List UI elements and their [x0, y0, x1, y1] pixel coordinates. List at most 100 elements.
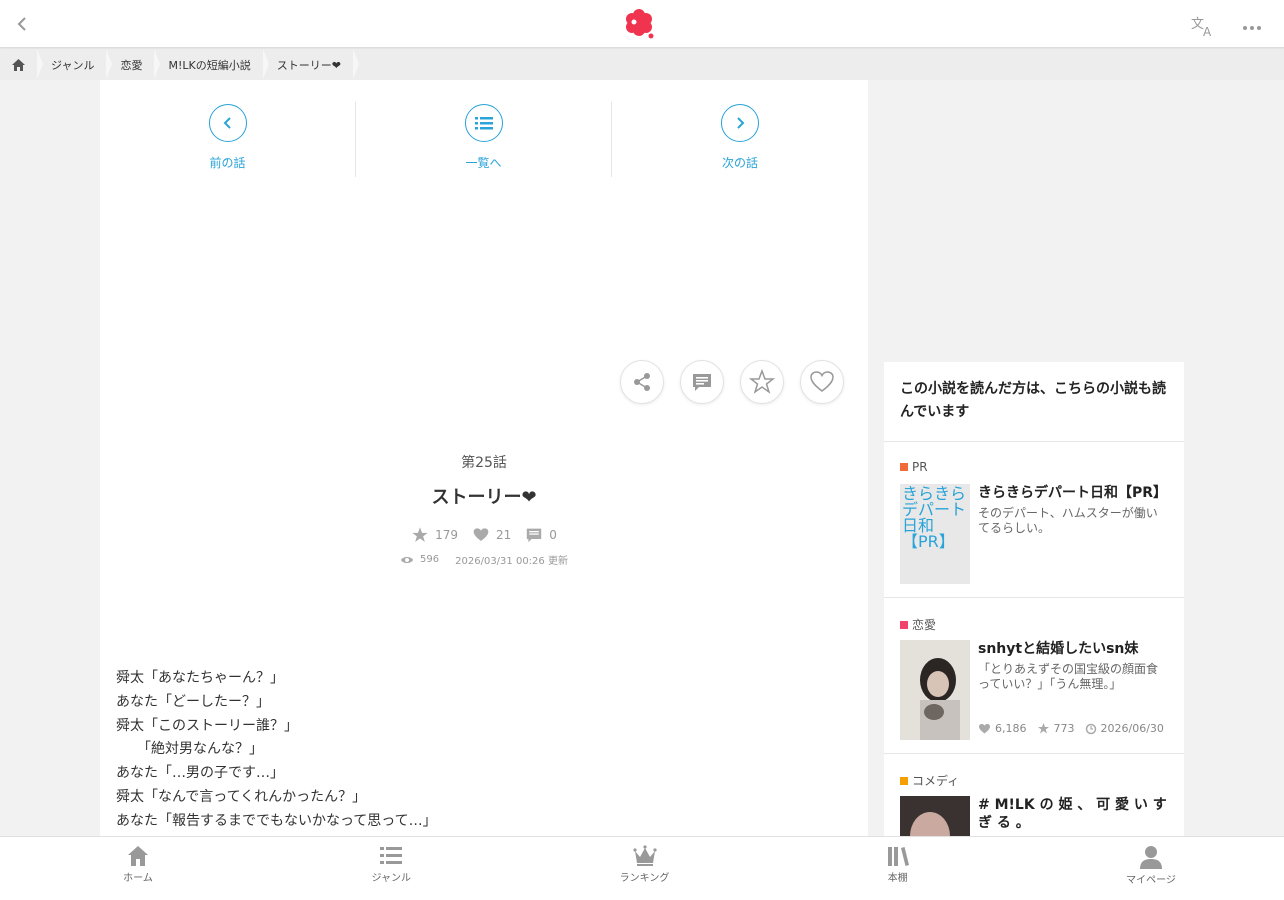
card-likes-value: 6,186	[995, 722, 1027, 735]
card-stars-value: 773	[1053, 722, 1075, 735]
breadcrumb-romance[interactable]: 恋愛	[106, 49, 161, 80]
eye-icon	[401, 556, 414, 563]
card-tag: 恋愛	[900, 616, 936, 633]
tag-marker	[900, 463, 908, 471]
svg-text:A: A	[1203, 25, 1212, 38]
episode-title: ストーリー❤	[431, 487, 537, 508]
card-thumbnail[interactable]	[900, 796, 970, 836]
card-stars: 773	[1037, 722, 1075, 735]
prev-episode-label: 前の話	[209, 156, 246, 170]
card-description: 「とりあえずその国宝級の顔面食っていい？」「うん無理。」	[978, 662, 1159, 691]
card-description: そのデパート、ハムスターが働いてるらしい。	[978, 506, 1158, 535]
bookshelf-icon	[887, 847, 909, 866]
recommendation-card[interactable]: コメディ # M!LK の 姫 、 可 愛 い す ぎ る 。	[884, 754, 1184, 836]
card-title[interactable]: きらきらデパート日和【PR】	[978, 484, 1168, 502]
episode-stats: 179 21 0	[100, 526, 868, 544]
star-icon	[749, 369, 775, 394]
star-count: 179	[411, 526, 458, 544]
recommendation-card[interactable]: 恋愛 snhytと結婚したいsn妹 「とりあえずその国宝級の顔面食っていい？」「…	[884, 598, 1184, 754]
heart-button[interactable]	[800, 360, 844, 404]
tag-label: 恋愛	[912, 618, 937, 632]
nav-home-label: ホーム	[123, 873, 153, 884]
recommendation-card[interactable]: PR きらきらデパート日和【PR】 きらきらデパート日和【PR】 そのデパート、…	[884, 442, 1184, 598]
like-count-value: 21	[495, 528, 512, 542]
like-count: 21	[472, 527, 511, 543]
episode-list-label: 一覧へ	[465, 156, 502, 170]
view-count: 596	[400, 554, 439, 565]
card-title[interactable]: # M!LK の 姫 、 可 愛 い す ぎ る 。	[978, 796, 1168, 832]
translate-icon[interactable]: 文 A	[1190, 14, 1218, 39]
breadcrumb-novel[interactable]: M!LKの短編小説	[154, 49, 269, 80]
main-content: 前の話 一覧へ 次の話 第25話 ストーリー❤ 179 21 0 596 202…	[100, 80, 868, 836]
card-tag: コメディ	[900, 772, 959, 789]
more-horizontal-icon[interactable]	[1240, 16, 1264, 40]
tag-marker	[900, 620, 908, 629]
breadcrumb-genre[interactable]: ジャンル	[37, 49, 113, 80]
episode-list-button[interactable]: 一覧へ	[356, 102, 612, 177]
nav-mypage-label: マイページ	[1126, 875, 1176, 886]
crown-icon	[632, 845, 657, 866]
nav-home[interactable]: ホーム	[108, 837, 168, 900]
breadcrumb-home[interactable]	[0, 49, 43, 80]
comment-icon	[693, 374, 711, 391]
nav-ranking-label: ランキング	[619, 873, 670, 884]
card-date: 2026/06/30	[1085, 721, 1164, 735]
top-bar: 文 A	[0, 0, 1284, 48]
sidebar-heading: この小説を読んだ方は、こちらの小説も読んでいます	[884, 362, 1184, 442]
comment-icon	[527, 528, 542, 543]
action-buttons	[620, 360, 844, 404]
tag-label: PR	[912, 460, 928, 474]
chevron-right-icon	[721, 104, 759, 142]
share-icon	[634, 373, 650, 391]
bottom-nav: ホーム ジャンル ランキング 本棚 マイページ	[0, 836, 1284, 900]
card-date-value: 2026/06/30	[1100, 721, 1164, 735]
thumbnail-alt-text: きらきらデパート日和【PR】	[902, 484, 967, 551]
heart-icon	[473, 528, 489, 541]
star-icon	[412, 527, 428, 542]
breadcrumb-episode[interactable]: ストーリー❤	[263, 49, 360, 80]
nav-bookshelf-label: 本棚	[887, 873, 908, 884]
breadcrumb: ジャンル 恋愛 M!LKの短編小説 ストーリー❤	[0, 49, 1284, 80]
story-text: 舜太「あなたちゃーん？」 あなた「どーしたー？」 舜太「このストーリー誰？」 「…	[116, 670, 437, 829]
nav-mypage[interactable]: マイページ	[1121, 837, 1181, 900]
tag-marker	[900, 776, 908, 785]
list-icon	[380, 847, 403, 864]
home-icon	[128, 846, 148, 866]
episode-number: 第25話	[461, 455, 507, 471]
nav-bookshelf[interactable]: 本棚	[868, 837, 928, 900]
card-thumbnail[interactable]: きらきらデパート日和【PR】	[900, 484, 970, 584]
episode-meta: 596 2026/03/31 00:26 更新	[100, 552, 868, 567]
view-count-value: 596	[420, 554, 440, 565]
card-title[interactable]: snhytと結婚したいsn妹	[978, 640, 1168, 658]
home-icon	[12, 58, 25, 71]
episode-nav: 前の話 一覧へ 次の話	[100, 102, 868, 177]
comment-count-value: 0	[549, 528, 557, 542]
card-stats: 6,186 773 2026/06/30	[978, 721, 1164, 735]
flower-logo-icon[interactable]	[622, 8, 656, 40]
chevron-left-icon	[208, 104, 247, 142]
tag-label: コメディ	[912, 774, 960, 788]
nav-genre[interactable]: ジャンル	[361, 837, 421, 900]
comment-button[interactable]	[680, 360, 724, 404]
heart-icon	[810, 371, 834, 392]
comment-count: 0	[525, 527, 557, 543]
star-icon	[1037, 723, 1049, 734]
nav-genre-label: ジャンル	[371, 873, 412, 884]
next-episode-button[interactable]: 次の話	[612, 102, 868, 177]
card-likes: 6,186	[978, 722, 1027, 735]
card-thumbnail[interactable]	[900, 640, 970, 740]
heart-icon	[979, 723, 990, 733]
card-tag: PR	[900, 460, 928, 474]
recommendation-sidebar: この小説を読んだ方は、こちらの小説も読んでいます PR きらきらデパート日和【P…	[884, 362, 1184, 836]
star-count-value: 179	[435, 528, 458, 542]
updated-date: 2026/03/31 00:26 更新	[455, 556, 568, 567]
star-button[interactable]	[740, 360, 784, 404]
back-chevron-left-icon[interactable]	[10, 12, 34, 36]
list-icon	[464, 104, 503, 142]
person-icon	[1140, 846, 1162, 869]
prev-episode-button[interactable]: 前の話	[100, 102, 356, 177]
share-button[interactable]	[620, 360, 664, 404]
nav-ranking[interactable]: ランキング	[615, 837, 675, 900]
next-episode-label: 次の話	[721, 156, 758, 170]
refresh-icon	[1085, 723, 1096, 734]
